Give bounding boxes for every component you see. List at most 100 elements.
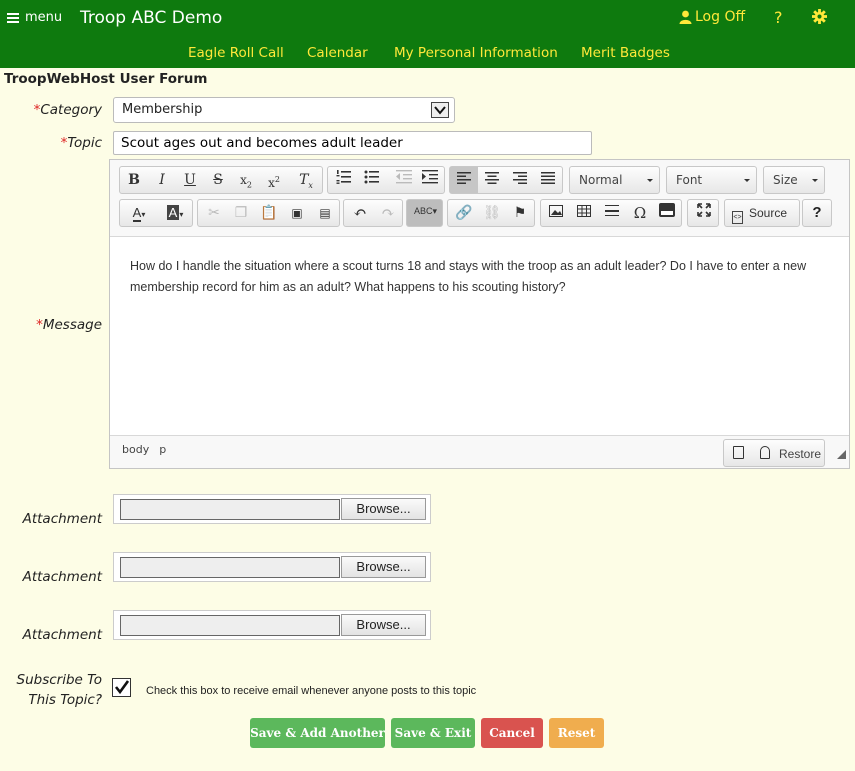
file-path-input[interactable] bbox=[120, 557, 340, 578]
nav-calendar[interactable]: Calendar bbox=[307, 45, 368, 61]
nav-eagle-roll-call[interactable]: Eagle Roll Call bbox=[188, 45, 284, 61]
justify-icon[interactable] bbox=[534, 167, 562, 193]
message-content[interactable]: How do I handle the situation where a sc… bbox=[110, 236, 849, 436]
link-icon[interactable]: 🔗 bbox=[450, 200, 478, 226]
youtube-icon[interactable] bbox=[653, 200, 681, 226]
underline-icon[interactable]: U bbox=[176, 167, 204, 193]
save-add-another-button[interactable]: Save & Add Another bbox=[250, 718, 385, 748]
redo-icon[interactable]: ↷ bbox=[374, 200, 402, 226]
spellcheck-icon[interactable]: ABC▾ bbox=[409, 200, 442, 226]
alignment-group bbox=[449, 166, 563, 194]
source-icon: <> bbox=[732, 211, 743, 224]
copy-icon[interactable]: ❐ bbox=[227, 200, 255, 226]
chevron-down-icon bbox=[431, 102, 449, 118]
path-body[interactable]: body bbox=[122, 443, 149, 456]
align-right-icon[interactable] bbox=[506, 167, 534, 193]
topic-input[interactable] bbox=[113, 131, 592, 155]
attachment-field-2: Browse... bbox=[113, 552, 431, 582]
strikethrough-icon[interactable]: S bbox=[204, 167, 232, 193]
nav-my-personal-information[interactable]: My Personal Information bbox=[394, 45, 558, 61]
source-button[interactable]: <> Source bbox=[724, 199, 800, 227]
superscript-icon[interactable]: x2 bbox=[260, 167, 288, 193]
subscribe-checkbox[interactable] bbox=[112, 678, 131, 697]
log-off-label: Log Off bbox=[695, 9, 746, 25]
maximize-icon[interactable] bbox=[690, 200, 718, 226]
special-char-icon[interactable]: Ω bbox=[626, 200, 654, 226]
link-group: 🔗 ⛓ ⚑ bbox=[447, 199, 535, 227]
resize-handle-icon[interactable] bbox=[837, 450, 846, 459]
unlink-icon[interactable]: ⛓ bbox=[478, 200, 506, 226]
remove-format-icon[interactable]: Tx bbox=[292, 167, 320, 193]
italic-icon[interactable]: I bbox=[148, 167, 176, 193]
increase-indent-icon[interactable] bbox=[416, 167, 444, 193]
path-p[interactable]: p bbox=[159, 443, 166, 456]
attachment-label-3: Attachment bbox=[22, 627, 102, 643]
color-group: A▾ A ▾ bbox=[119, 199, 193, 227]
top-header: menu Troop ABC Demo Log Off ? Eagle Roll… bbox=[0, 0, 855, 68]
subscribe-hint: Check this box to receive email whenever… bbox=[146, 685, 477, 697]
table-icon[interactable] bbox=[570, 200, 598, 226]
restore-icon bbox=[760, 446, 770, 459]
image-icon[interactable] bbox=[542, 200, 570, 226]
file-path-input[interactable] bbox=[120, 499, 340, 520]
size-combo[interactable]: Size bbox=[763, 166, 825, 194]
spellcheck-group: ABC▾ bbox=[406, 199, 443, 227]
rich-text-editor: B I U S x2 x2 Tx Normal Font Size A▾ A▾ bbox=[109, 159, 850, 469]
paste-word-icon[interactable]: ▤ bbox=[311, 200, 339, 226]
hamburger-icon bbox=[7, 12, 19, 23]
undo-icon[interactable]: ↶ bbox=[346, 200, 374, 226]
cancel-button[interactable]: Cancel bbox=[481, 718, 543, 748]
message-label: *Message bbox=[36, 317, 102, 333]
cut-icon[interactable]: ✂ bbox=[200, 200, 228, 226]
bulleted-list-icon[interactable] bbox=[358, 167, 386, 193]
user-icon bbox=[679, 10, 692, 24]
category-value: Membership bbox=[122, 102, 203, 117]
font-combo[interactable]: Font bbox=[666, 166, 757, 194]
attachment-field-3: Browse... bbox=[113, 610, 431, 640]
nav-merit-badges[interactable]: Merit Badges bbox=[581, 45, 670, 61]
reset-button[interactable]: Reset bbox=[549, 718, 604, 748]
align-center-icon[interactable] bbox=[478, 167, 506, 193]
save-exit-button[interactable]: Save & Exit bbox=[391, 718, 475, 748]
attachment-label-1: Attachment bbox=[22, 511, 102, 527]
horizontal-line-icon[interactable] bbox=[598, 200, 626, 226]
clipboard-group: ✂ ❐ 📋 ▣ ▤ bbox=[197, 199, 340, 227]
basic-styles-group: B I U S x2 x2 Tx bbox=[119, 166, 323, 194]
checkmark-icon bbox=[114, 680, 130, 695]
element-path: body p bbox=[122, 443, 176, 456]
restore-label: Restore bbox=[779, 447, 822, 461]
subscribe-label: Subscribe To This Topic? bbox=[16, 672, 102, 708]
attachment-label-2: Attachment bbox=[22, 569, 102, 585]
decrease-indent-icon[interactable] bbox=[390, 167, 418, 193]
log-off-link[interactable]: Log Off bbox=[679, 9, 745, 25]
numbered-list-icon[interactable] bbox=[330, 167, 358, 193]
anchor-flag-icon[interactable]: ⚑ bbox=[506, 200, 534, 226]
topic-label: *Topic bbox=[60, 135, 102, 151]
format-combo[interactable]: Normal bbox=[569, 166, 660, 194]
gear-icon[interactable] bbox=[812, 9, 827, 28]
site-title[interactable]: Troop ABC Demo bbox=[80, 8, 222, 28]
restore-button[interactable]: Restore bbox=[723, 439, 825, 467]
undo-redo-group: ↶ ↷ bbox=[343, 199, 403, 227]
editor-help-button[interactable]: ? bbox=[802, 199, 832, 227]
paste-text-icon[interactable]: ▣ bbox=[283, 200, 311, 226]
browse-button[interactable]: Browse... bbox=[341, 614, 426, 636]
browse-button[interactable]: Browse... bbox=[341, 498, 426, 520]
menu-label: menu bbox=[25, 10, 63, 25]
attachment-field-1: Browse... bbox=[113, 494, 431, 524]
menu-button[interactable]: menu bbox=[7, 10, 62, 25]
bold-icon[interactable]: B bbox=[120, 167, 148, 193]
paste-icon[interactable]: 📋 bbox=[255, 200, 283, 226]
category-select[interactable]: Membership bbox=[113, 97, 455, 123]
category-label: *Category bbox=[33, 102, 102, 118]
browse-button[interactable]: Browse... bbox=[341, 556, 426, 578]
background-color-icon[interactable]: A ▾ bbox=[158, 200, 192, 226]
help-button[interactable]: ? bbox=[774, 8, 783, 27]
align-left-icon[interactable] bbox=[450, 167, 478, 193]
maximize-group bbox=[687, 199, 719, 227]
text-color-icon[interactable]: A▾ bbox=[122, 200, 156, 226]
source-label: Source bbox=[749, 206, 788, 220]
insert-group: Ω bbox=[540, 199, 682, 227]
subscript-icon[interactable]: x2 bbox=[232, 167, 260, 193]
file-path-input[interactable] bbox=[120, 615, 340, 636]
